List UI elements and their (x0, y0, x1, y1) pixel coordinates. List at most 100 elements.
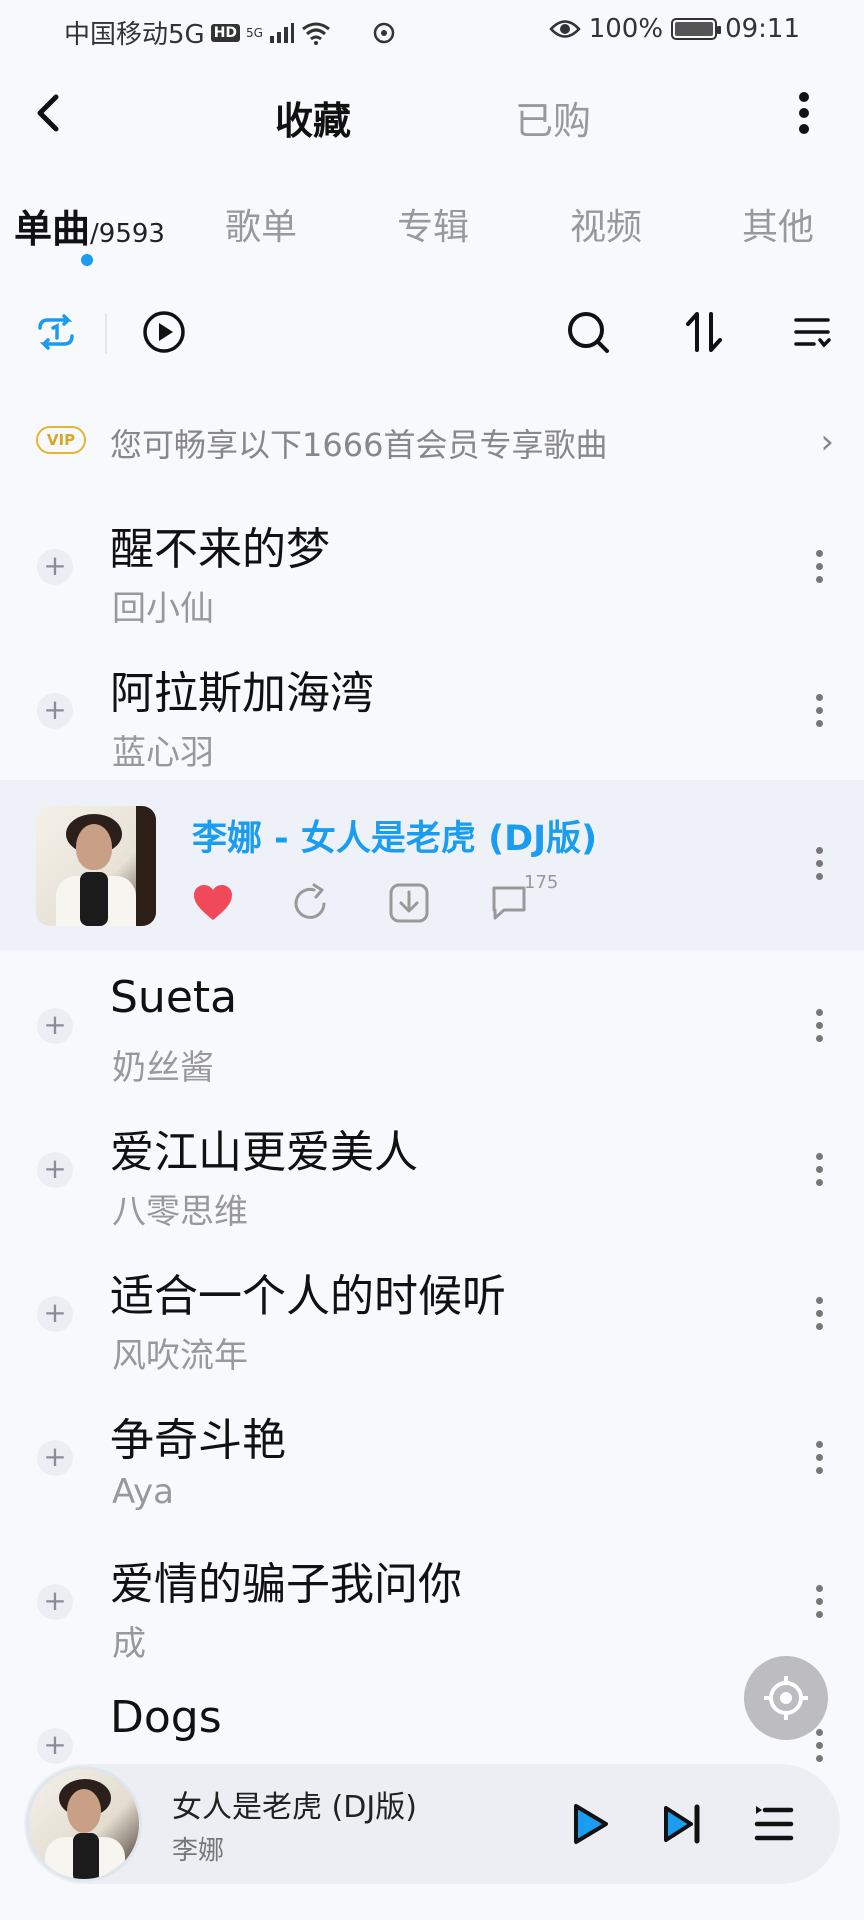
sort-button[interactable] (678, 306, 730, 358)
play-circle-icon (143, 311, 185, 353)
download-button[interactable] (386, 880, 432, 926)
tab-albums[interactable]: 专辑 (397, 198, 469, 250)
play-all-button[interactable] (138, 306, 190, 358)
next-button[interactable] (656, 1798, 708, 1850)
song-title: 爱情的骗子我问你 (110, 1559, 462, 1610)
comment-count: 175 (524, 872, 559, 893)
vip-text: 您可畅享以下1666首会员专享歌曲 (110, 426, 608, 464)
carrier-label: 中国移动5G (64, 20, 205, 50)
chevron-left-icon (37, 94, 59, 132)
play-icon (574, 1804, 608, 1844)
mini-cover (26, 1766, 142, 1882)
wifi-icon (302, 22, 330, 45)
play-button[interactable] (564, 1798, 616, 1850)
add-icon[interactable]: + (37, 1440, 73, 1476)
album-cover (36, 806, 156, 926)
song-title: 适合一个人的时候听 (110, 1271, 506, 1322)
add-icon[interactable]: + (37, 1152, 73, 1188)
song-artist: Aya (112, 1472, 174, 1512)
share-icon (294, 883, 326, 919)
category-tabs: 单曲/9593 歌单 专辑 视频 其他 (0, 190, 864, 270)
song-more-button[interactable] (804, 1288, 834, 1338)
like-button[interactable] (190, 880, 236, 926)
search-button[interactable] (562, 306, 614, 358)
add-icon[interactable]: + (37, 1008, 73, 1044)
target-icon (764, 1676, 808, 1720)
song-more-button[interactable] (804, 685, 834, 735)
song-title: Dogs (110, 1692, 222, 1743)
tab-videos[interactable]: 视频 (570, 198, 642, 250)
mini-song-artist: 李娜 (172, 1836, 225, 1866)
vip-banner[interactable]: VIP 您可畅享以下1666首会员专享歌曲 › (0, 410, 864, 470)
share-button[interactable] (288, 880, 334, 926)
song-artist: 回小仙 (112, 589, 214, 629)
song-row[interactable]: + 争奇斗艳 Aya (0, 1386, 864, 1530)
singles-count: /9593 (90, 219, 165, 249)
hd-icon: HD (210, 23, 241, 42)
playlist-icon (754, 1806, 794, 1841)
eye-icon (549, 20, 581, 38)
add-icon[interactable]: + (37, 1728, 73, 1764)
add-icon[interactable]: + (37, 549, 73, 585)
battery-icon (671, 18, 722, 40)
add-icon[interactable]: + (37, 1584, 73, 1620)
song-more-button[interactable] (804, 1576, 834, 1626)
song-more-button[interactable] (804, 1432, 834, 1482)
song-row[interactable]: + 爱情的骗子我问你 成 (0, 1530, 864, 1674)
tab-purchased[interactable]: 已购 (515, 90, 591, 145)
tab-singles-label: 单曲 (14, 207, 91, 251)
loop-mode-button[interactable] (30, 306, 82, 358)
song-row[interactable]: + 醒不来的梦 回小仙 (0, 495, 864, 639)
now-playing-row[interactable]: 李娜 - 女人是老虎 (DJ版) 175 (0, 780, 864, 950)
download-icon (389, 883, 429, 923)
tab-others[interactable]: 其他 (742, 198, 814, 250)
song-artist: 成 (112, 1624, 146, 1664)
search-icon (568, 312, 609, 353)
playlist-button[interactable] (748, 1798, 800, 1850)
mini-song-title: 女人是老虎 (DJ版) (172, 1790, 417, 1825)
song-title: 争奇斗艳 (110, 1415, 286, 1466)
song-title: Sueta (110, 972, 238, 1023)
active-tab-indicator (81, 254, 93, 266)
song-more-button[interactable] (804, 541, 834, 591)
tab-playlists[interactable]: 歌单 (225, 198, 297, 250)
add-icon[interactable]: + (37, 693, 73, 729)
song-title: 醒不来的梦 (110, 524, 330, 575)
list-toolbar (0, 300, 864, 364)
header: 收藏 已购 (0, 70, 864, 160)
battery-percent: 100% (588, 14, 664, 44)
tab-singles[interactable]: 单曲/9593 (14, 198, 165, 253)
song-title: 爱江山更爱美人 (110, 1127, 418, 1178)
clock: 09:11 (725, 14, 800, 44)
more-vertical-icon (799, 92, 809, 134)
add-icon[interactable]: + (37, 1296, 73, 1332)
status-bar: 中国移动5G HD 5G 100% 09:11 (0, 0, 864, 60)
song-more-button[interactable] (804, 1144, 834, 1194)
song-more-button[interactable] (804, 1000, 834, 1050)
tab-favorites[interactable]: 收藏 (275, 90, 351, 145)
heart-icon (194, 885, 232, 920)
song-row[interactable]: + 适合一个人的时候听 风吹流年 (0, 1242, 864, 1386)
back-button[interactable] (28, 88, 68, 138)
skip-next-icon (664, 1804, 700, 1844)
song-row[interactable]: + 阿拉斯加海湾 蓝心羽 (0, 639, 864, 783)
song-artist: 奶丝酱 (112, 1048, 214, 1088)
playing-song-title: 李娜 - 女人是老虎 (DJ版) (192, 819, 598, 859)
list-manage-icon (794, 318, 831, 348)
network-label: 5G (246, 25, 263, 40)
sort-icon (686, 312, 722, 352)
signal-icon (269, 22, 294, 43)
song-title: 阿拉斯加海湾 (110, 668, 374, 719)
song-artist: 风吹流年 (112, 1336, 248, 1376)
mini-player[interactable]: 女人是老虎 (DJ版) 李娜 (24, 1764, 840, 1884)
nfc-icon (373, 22, 395, 43)
repeat-one-icon (38, 314, 74, 350)
song-row[interactable]: + Sueta 奶丝酱 (0, 954, 864, 1098)
song-artist: 蓝心羽 (112, 733, 214, 773)
song-more-button[interactable] (804, 838, 834, 888)
more-button[interactable] (784, 88, 824, 138)
manage-list-button[interactable] (786, 306, 838, 358)
song-artist: 八零思维 (112, 1192, 248, 1232)
locate-current-button[interactable] (744, 1656, 828, 1740)
song-row[interactable]: + 爱江山更爱美人 八零思维 (0, 1098, 864, 1242)
